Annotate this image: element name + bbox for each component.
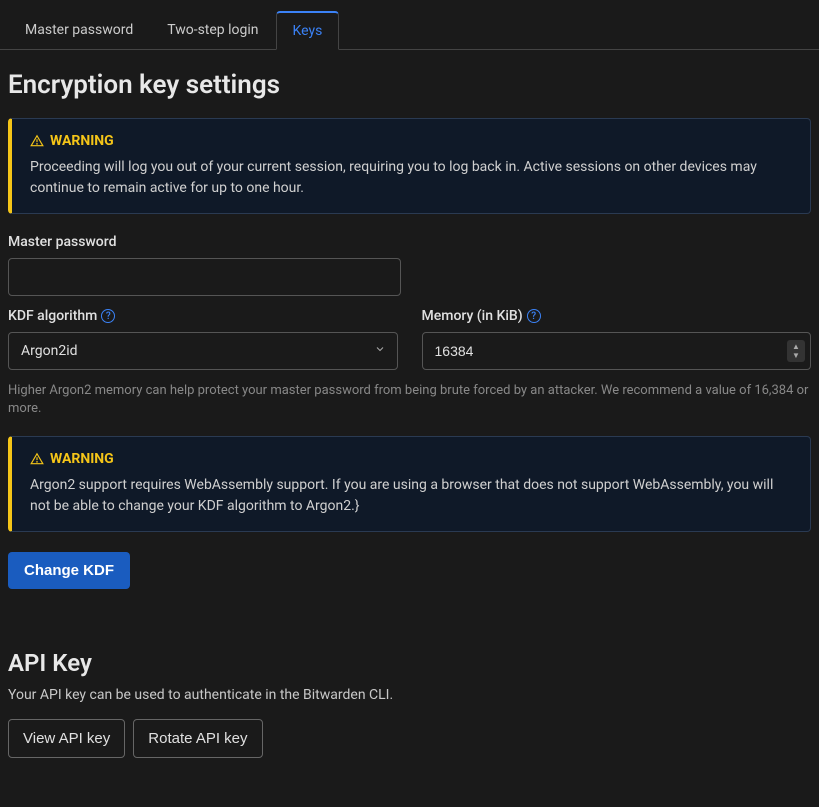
stepper-arrows-icon[interactable]: ▲▼ xyxy=(787,340,805,362)
kdf-algorithm-label: KDF algorithm ? xyxy=(8,308,398,324)
warning-icon xyxy=(30,452,44,466)
kdf-algorithm-select[interactable]: Argon2id xyxy=(8,332,398,370)
warning-body: Argon2 support requires WebAssembly supp… xyxy=(30,475,792,517)
help-icon[interactable]: ? xyxy=(527,309,541,323)
tab-two-step-login[interactable]: Two-step login xyxy=(150,11,275,50)
tab-master-password[interactable]: Master password xyxy=(8,11,150,50)
memory-label-text: Memory (in KiB) xyxy=(422,308,523,324)
help-icon[interactable]: ? xyxy=(101,309,115,323)
rotate-api-key-button[interactable]: Rotate API key xyxy=(133,719,262,758)
kdf-label-text: KDF algorithm xyxy=(8,308,97,324)
memory-help-text: Higher Argon2 memory can help protect yo… xyxy=(8,382,811,418)
tab-keys[interactable]: Keys xyxy=(276,11,340,50)
api-key-description: Your API key can be used to authenticate… xyxy=(8,687,811,703)
warning-title-text: WARNING xyxy=(50,133,114,149)
warning-title: WARNING xyxy=(30,133,792,149)
change-kdf-button[interactable]: Change KDF xyxy=(8,552,130,589)
warning-callout-session: WARNING Proceeding will log you out of y… xyxy=(8,118,811,214)
master-password-label: Master password xyxy=(8,234,401,250)
warning-icon xyxy=(30,134,44,148)
tab-bar: Master password Two-step login Keys xyxy=(0,10,819,50)
page-content: Encryption key settings WARNING Proceedi… xyxy=(0,50,819,766)
warning-title: WARNING xyxy=(30,451,792,467)
view-api-key-button[interactable]: View API key xyxy=(8,719,125,758)
memory-label: Memory (in KiB) ? xyxy=(422,308,812,324)
warning-callout-argon2: WARNING Argon2 support requires WebAssem… xyxy=(8,436,811,532)
page-title: Encryption key settings xyxy=(8,70,811,100)
warning-body: Proceeding will log you out of your curr… xyxy=(30,157,792,199)
memory-input[interactable] xyxy=(422,332,812,370)
warning-title-text: WARNING xyxy=(50,451,114,467)
api-key-heading: API Key xyxy=(8,649,811,677)
master-password-input[interactable] xyxy=(8,258,401,296)
